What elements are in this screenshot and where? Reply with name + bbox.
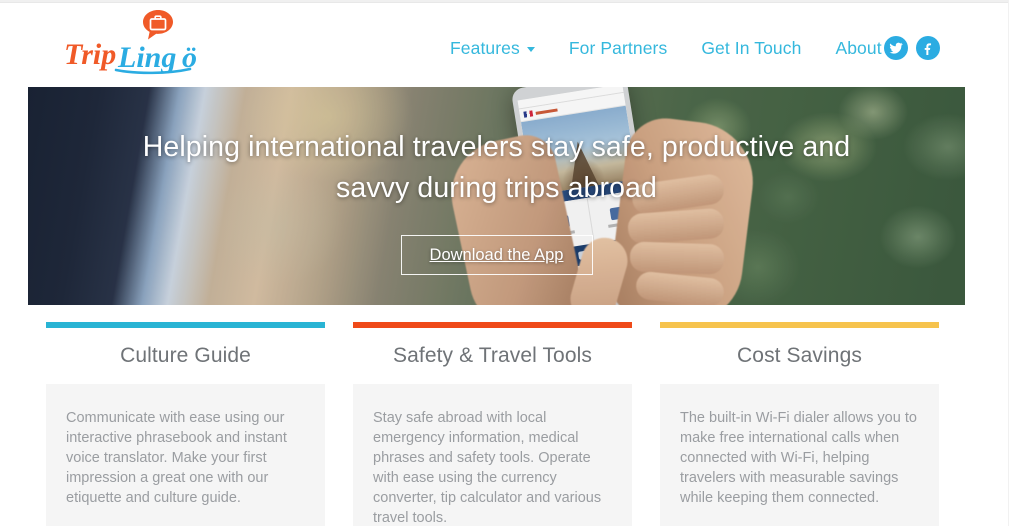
- nav-label-features: Features: [450, 38, 520, 58]
- nav-label-for-partners: For Partners: [568, 38, 668, 58]
- feature-card-cost-savings: Cost Savings The built-in Wi-Fi dialer a…: [660, 322, 939, 526]
- card-title-culture-guide: Culture Guide: [120, 344, 251, 367]
- feature-card-safety-travel-tools: Safety & Travel Tools Stay safe abroad w…: [353, 322, 632, 526]
- nav-item-features[interactable]: Features: [440, 37, 552, 59]
- top-divider: [0, 0, 1024, 3]
- nav-label-get-in-touch: Get In Touch: [701, 38, 802, 58]
- twitter-link[interactable]: [884, 36, 908, 60]
- card-body-safety-travel-tools: Stay safe abroad with local emergency in…: [373, 410, 602, 526]
- svg-text:Trip: Trip: [64, 38, 116, 71]
- card-title-safety-travel-tools: Safety & Travel Tools: [393, 344, 592, 367]
- nav-item-get-in-touch[interactable]: Get In Touch: [684, 37, 818, 59]
- card-header: Culture Guide: [46, 328, 325, 384]
- facebook-link[interactable]: [916, 36, 940, 60]
- card-body-culture-guide: Communicate with ease using our interact…: [66, 410, 287, 506]
- card-header: Safety & Travel Tools: [353, 328, 632, 384]
- download-the-app-button[interactable]: Download the App: [400, 235, 593, 275]
- social-links: [884, 36, 940, 60]
- nav-label-about: About: [835, 38, 882, 58]
- card-title-cost-savings: Cost Savings: [737, 344, 862, 367]
- twitter-icon: [889, 42, 903, 54]
- feature-card-culture-guide: Culture Guide Communicate with ease usin…: [46, 322, 325, 526]
- page-scrollbar[interactable]: [1008, 0, 1024, 526]
- hero-content: Helping international travelers stay saf…: [28, 87, 965, 305]
- svg-text:Ling: Ling: [117, 41, 176, 74]
- facebook-icon: [924, 43, 932, 55]
- hero-banner: Helping international travelers stay saf…: [28, 87, 965, 305]
- main-navigation: Features For Partners Get In Touch About: [440, 32, 899, 64]
- nav-item-for-partners[interactable]: For Partners: [552, 37, 684, 59]
- hero-headline: Helping international travelers stay saf…: [142, 131, 851, 204]
- logo-triplingo[interactable]: Trip Ling ö: [64, 10, 214, 78]
- feature-cards: Culture Guide Communicate with ease usin…: [46, 322, 940, 526]
- page-root: Trip Ling ö Features For Partners Get In…: [0, 0, 1024, 526]
- card-header: Cost Savings: [660, 328, 939, 384]
- logo-wordmark: Trip Ling ö: [64, 38, 197, 75]
- chevron-down-icon: [526, 47, 535, 52]
- site-header: Trip Ling ö Features For Partners Get In…: [0, 4, 960, 87]
- card-body-cost-savings: The built-in Wi-Fi dialer allows you to …: [680, 410, 917, 506]
